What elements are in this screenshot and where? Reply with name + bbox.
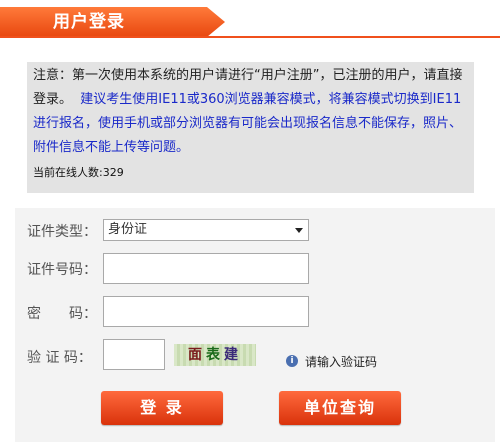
captcha-char: 表 [206,347,224,363]
online-count-row: 当前在线人数:329 [33,164,468,180]
online-count-label: 当前在线人数: [33,166,103,179]
captcha-char: 面 [188,347,206,363]
page-title: 用户登录 [53,12,125,32]
captcha-input[interactable] [103,339,165,370]
captcha-hint: 请输入验证码 [305,355,378,369]
online-count-value: 329 [102,166,124,179]
captcha-label: 验 证 码： [27,350,92,366]
id-type-select[interactable]: 身份证 [103,219,309,241]
captcha-image[interactable]: 面表建 [174,344,256,366]
info-icon: i [286,355,298,367]
id-type-label: 证件类型： [27,224,97,240]
id-number-input[interactable] [103,253,309,284]
notice-text: 注意：第一次使用本系统的用户请进行“用户注册”，已注册的用户，请直接登录。 建议… [33,64,468,160]
password-label: 密 码： [27,306,97,322]
id-type-selected-value: 身份证 [108,222,148,237]
login-button[interactable]: 登 录 [101,391,223,425]
notice-browser-text: 建议考生使用IE11或360浏览器兼容模式，将兼容模式切换到IE11进行报名，使… [33,92,463,155]
notice-box: 注意：第一次使用本系统的用户请进行“用户注册”，已注册的用户，请直接登录。 建议… [27,62,474,193]
header-divider [0,36,500,38]
unit-query-button[interactable]: 单位查询 [279,391,401,425]
id-number-label: 证件号码： [27,262,97,278]
chevron-down-icon [295,228,303,233]
password-input[interactable] [103,296,309,327]
captcha-char: 建 [224,347,242,363]
